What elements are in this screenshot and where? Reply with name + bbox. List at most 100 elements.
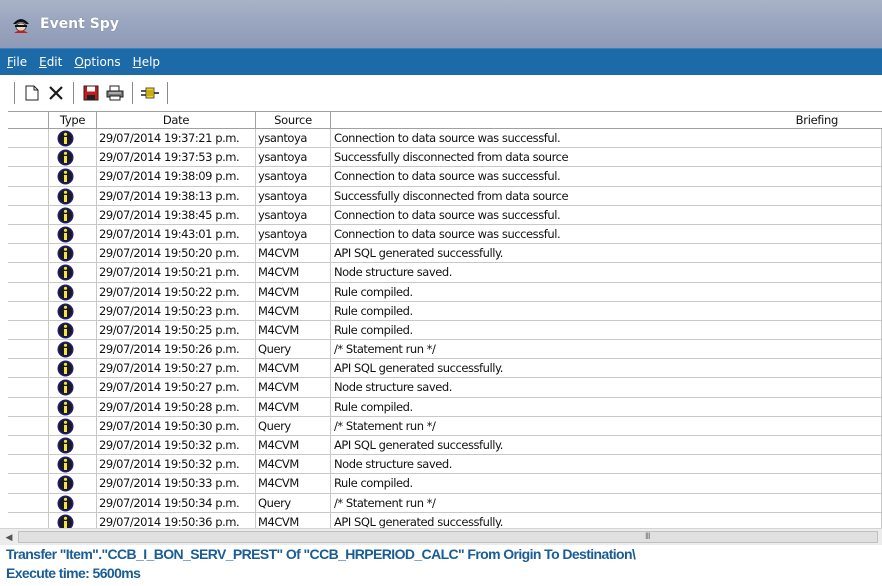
info-icon	[57, 207, 74, 224]
save-button[interactable]	[80, 82, 102, 104]
spy-icon	[13, 19, 29, 33]
column-header-date[interactable]: Date	[97, 112, 256, 129]
source-cell: M4CVM	[256, 474, 331, 494]
source-cell: M4CVM	[256, 512, 331, 528]
table-row[interactable]: 29/07/2014 19:50:36 p.m. M4CVM API SQL gen…	[8, 512, 882, 528]
table-row[interactable]: 29/07/2014 19:38:09 p.m. ysantoya Connecti…	[8, 167, 882, 187]
row-blank-cell	[8, 416, 49, 436]
info-icon	[57, 303, 74, 320]
print-button[interactable]	[104, 82, 126, 104]
date-cell: 29/07/2014 19:50:23 p.m.	[97, 301, 256, 321]
type-cell	[49, 205, 97, 225]
table-row[interactable]: 29/07/2014 19:50:27 p.m. M4CVM API SQL gen…	[8, 359, 882, 379]
scrollbar-thumb[interactable]: III	[18, 531, 878, 543]
info-icon	[57, 341, 74, 358]
source-cell: M4CVM	[256, 320, 331, 341]
date-cell: 29/07/2014 19:38:09 p.m.	[97, 167, 256, 187]
date-cell: 29/07/2014 19:50:33 p.m.	[97, 474, 256, 494]
menu-help[interactable]: Help	[133, 55, 160, 69]
menu-edit[interactable]: Edit	[39, 55, 62, 69]
table-row[interactable]: 29/07/2014 19:50:33 p.m. M4CVM Rule compil…	[8, 474, 882, 494]
scrollbar-grip: III	[645, 531, 650, 541]
menu-options[interactable]: Options	[74, 55, 120, 69]
row-blank-cell	[8, 436, 49, 456]
menu-label: ile	[13, 55, 28, 69]
briefing-cell: /* Statement run */	[331, 493, 882, 513]
toolbar-separator	[14, 82, 15, 104]
connect-button[interactable]	[139, 82, 161, 104]
table-row[interactable]: 29/07/2014 19:50:26 p.m. Query/* Statemen…	[8, 340, 882, 360]
table-row[interactable]: 29/07/2014 19:50:34 p.m. Query/* Statemen…	[8, 493, 882, 513]
scroll-left-arrow-icon[interactable]: ◀	[3, 531, 15, 543]
table-row[interactable]: 29/07/2014 19:38:13 p.m. ysantoya Successf…	[8, 186, 882, 206]
type-cell	[49, 167, 97, 187]
source-cell: M4CVM	[256, 263, 331, 283]
table-row[interactable]: 29/07/2014 19:50:30 p.m. Query/* Statemen…	[8, 416, 882, 436]
briefing-cell: API SQL generated successfully.	[331, 359, 882, 379]
table-row[interactable]: 29/07/2014 19:50:22 p.m. M4CVM Rule compil…	[8, 282, 882, 302]
column-header-blank[interactable]	[8, 112, 49, 129]
info-icon	[57, 456, 74, 473]
menu-bar: File Edit Options Help	[0, 48, 882, 75]
row-blank-cell	[8, 397, 49, 417]
row-blank-cell	[8, 320, 49, 341]
type-cell	[49, 455, 97, 475]
date-cell: 29/07/2014 19:50:28 p.m.	[97, 397, 256, 417]
window-title: Event Spy	[40, 16, 119, 32]
table-row[interactable]: 29/07/2014 19:38:45 p.m. ysantoya Connecti…	[8, 205, 882, 225]
date-cell: 29/07/2014 19:50:21 p.m.	[97, 263, 256, 283]
column-header-briefing[interactable]: Briefing	[331, 112, 882, 129]
table-row[interactable]: 29/07/2014 19:50:32 p.m. M4CVM Node struct…	[8, 455, 882, 475]
table-row[interactable]: 29/07/2014 19:50:23 p.m. M4CVM Rule compil…	[8, 301, 882, 321]
info-icon	[57, 360, 74, 377]
table-row[interactable]: 29/07/2014 19:50:27 p.m. M4CVM Node struct…	[8, 378, 882, 398]
info-icon	[57, 188, 74, 205]
type-cell	[49, 474, 97, 494]
column-header-type[interactable]: Type	[49, 112, 97, 129]
briefing-cell: API SQL generated successfully.	[331, 512, 882, 528]
table-row[interactable]: 29/07/2014 19:50:20 p.m. M4CVM API SQL gen…	[8, 244, 882, 264]
menu-file[interactable]: File	[7, 55, 27, 69]
table-row[interactable]: 29/07/2014 19:50:32 p.m. M4CVM API SQL gen…	[8, 436, 882, 456]
type-cell	[49, 359, 97, 379]
briefing-cell: Successfully disconnected from data sour…	[331, 186, 882, 206]
briefing-cell: /* Statement run */	[331, 340, 882, 360]
type-cell	[49, 263, 97, 283]
save-icon	[83, 85, 99, 101]
event-list: Type Date Source Briefing 29/07/2014 19:…	[8, 111, 882, 528]
row-blank-cell	[8, 263, 49, 283]
column-header-source[interactable]: Source	[256, 112, 331, 129]
type-cell	[49, 416, 97, 436]
source-cell: Query	[256, 340, 331, 360]
briefing-cell: Node structure saved.	[331, 378, 882, 398]
date-cell: 29/07/2014 19:50:25 p.m.	[97, 320, 256, 341]
date-cell: 29/07/2014 19:50:34 p.m.	[97, 493, 256, 513]
type-cell	[49, 397, 97, 417]
source-cell: M4CVM	[256, 282, 331, 302]
new-icon	[25, 85, 39, 101]
horizontal-scrollbar[interactable]: ◀ III	[0, 528, 882, 545]
briefing-cell: Rule compiled.	[331, 397, 882, 417]
source-cell: M4CVM	[256, 436, 331, 456]
info-icon	[57, 399, 74, 416]
date-cell: 29/07/2014 19:50:36 p.m.	[97, 512, 256, 528]
table-row[interactable]: 29/07/2014 19:37:21 p.m. ysantoya Connecti…	[8, 129, 882, 149]
table-row[interactable]: 29/07/2014 19:37:53 p.m. ysantoya Successf…	[8, 148, 882, 168]
delete-button[interactable]	[45, 82, 67, 104]
title-bar: Event Spy	[0, 0, 882, 48]
table-row[interactable]: 29/07/2014 19:50:25 p.m. M4CVM Rule compil…	[8, 320, 882, 341]
table-row[interactable]: 29/07/2014 19:50:21 p.m. M4CVM Node struct…	[8, 263, 882, 283]
table-row[interactable]: 29/07/2014 19:50:28 p.m. M4CVM Rule compil…	[8, 397, 882, 417]
date-cell: 29/07/2014 19:50:22 p.m.	[97, 282, 256, 302]
type-cell	[49, 129, 97, 149]
info-icon	[57, 284, 74, 300]
info-icon	[57, 514, 74, 528]
table-row[interactable]: 29/07/2014 19:43:01 p.m. ysantoya Connecti…	[8, 224, 882, 245]
new-button[interactable]	[21, 82, 43, 104]
info-icon	[57, 379, 74, 396]
date-cell: 29/07/2014 19:50:30 p.m.	[97, 416, 256, 436]
source-cell: M4CVM	[256, 244, 331, 264]
briefing-cell: Successfully disconnected from data sour…	[331, 148, 882, 168]
briefing-cell: API SQL generated successfully.	[331, 436, 882, 456]
status-execute-time: Execute time: 5600ms	[6, 565, 141, 581]
